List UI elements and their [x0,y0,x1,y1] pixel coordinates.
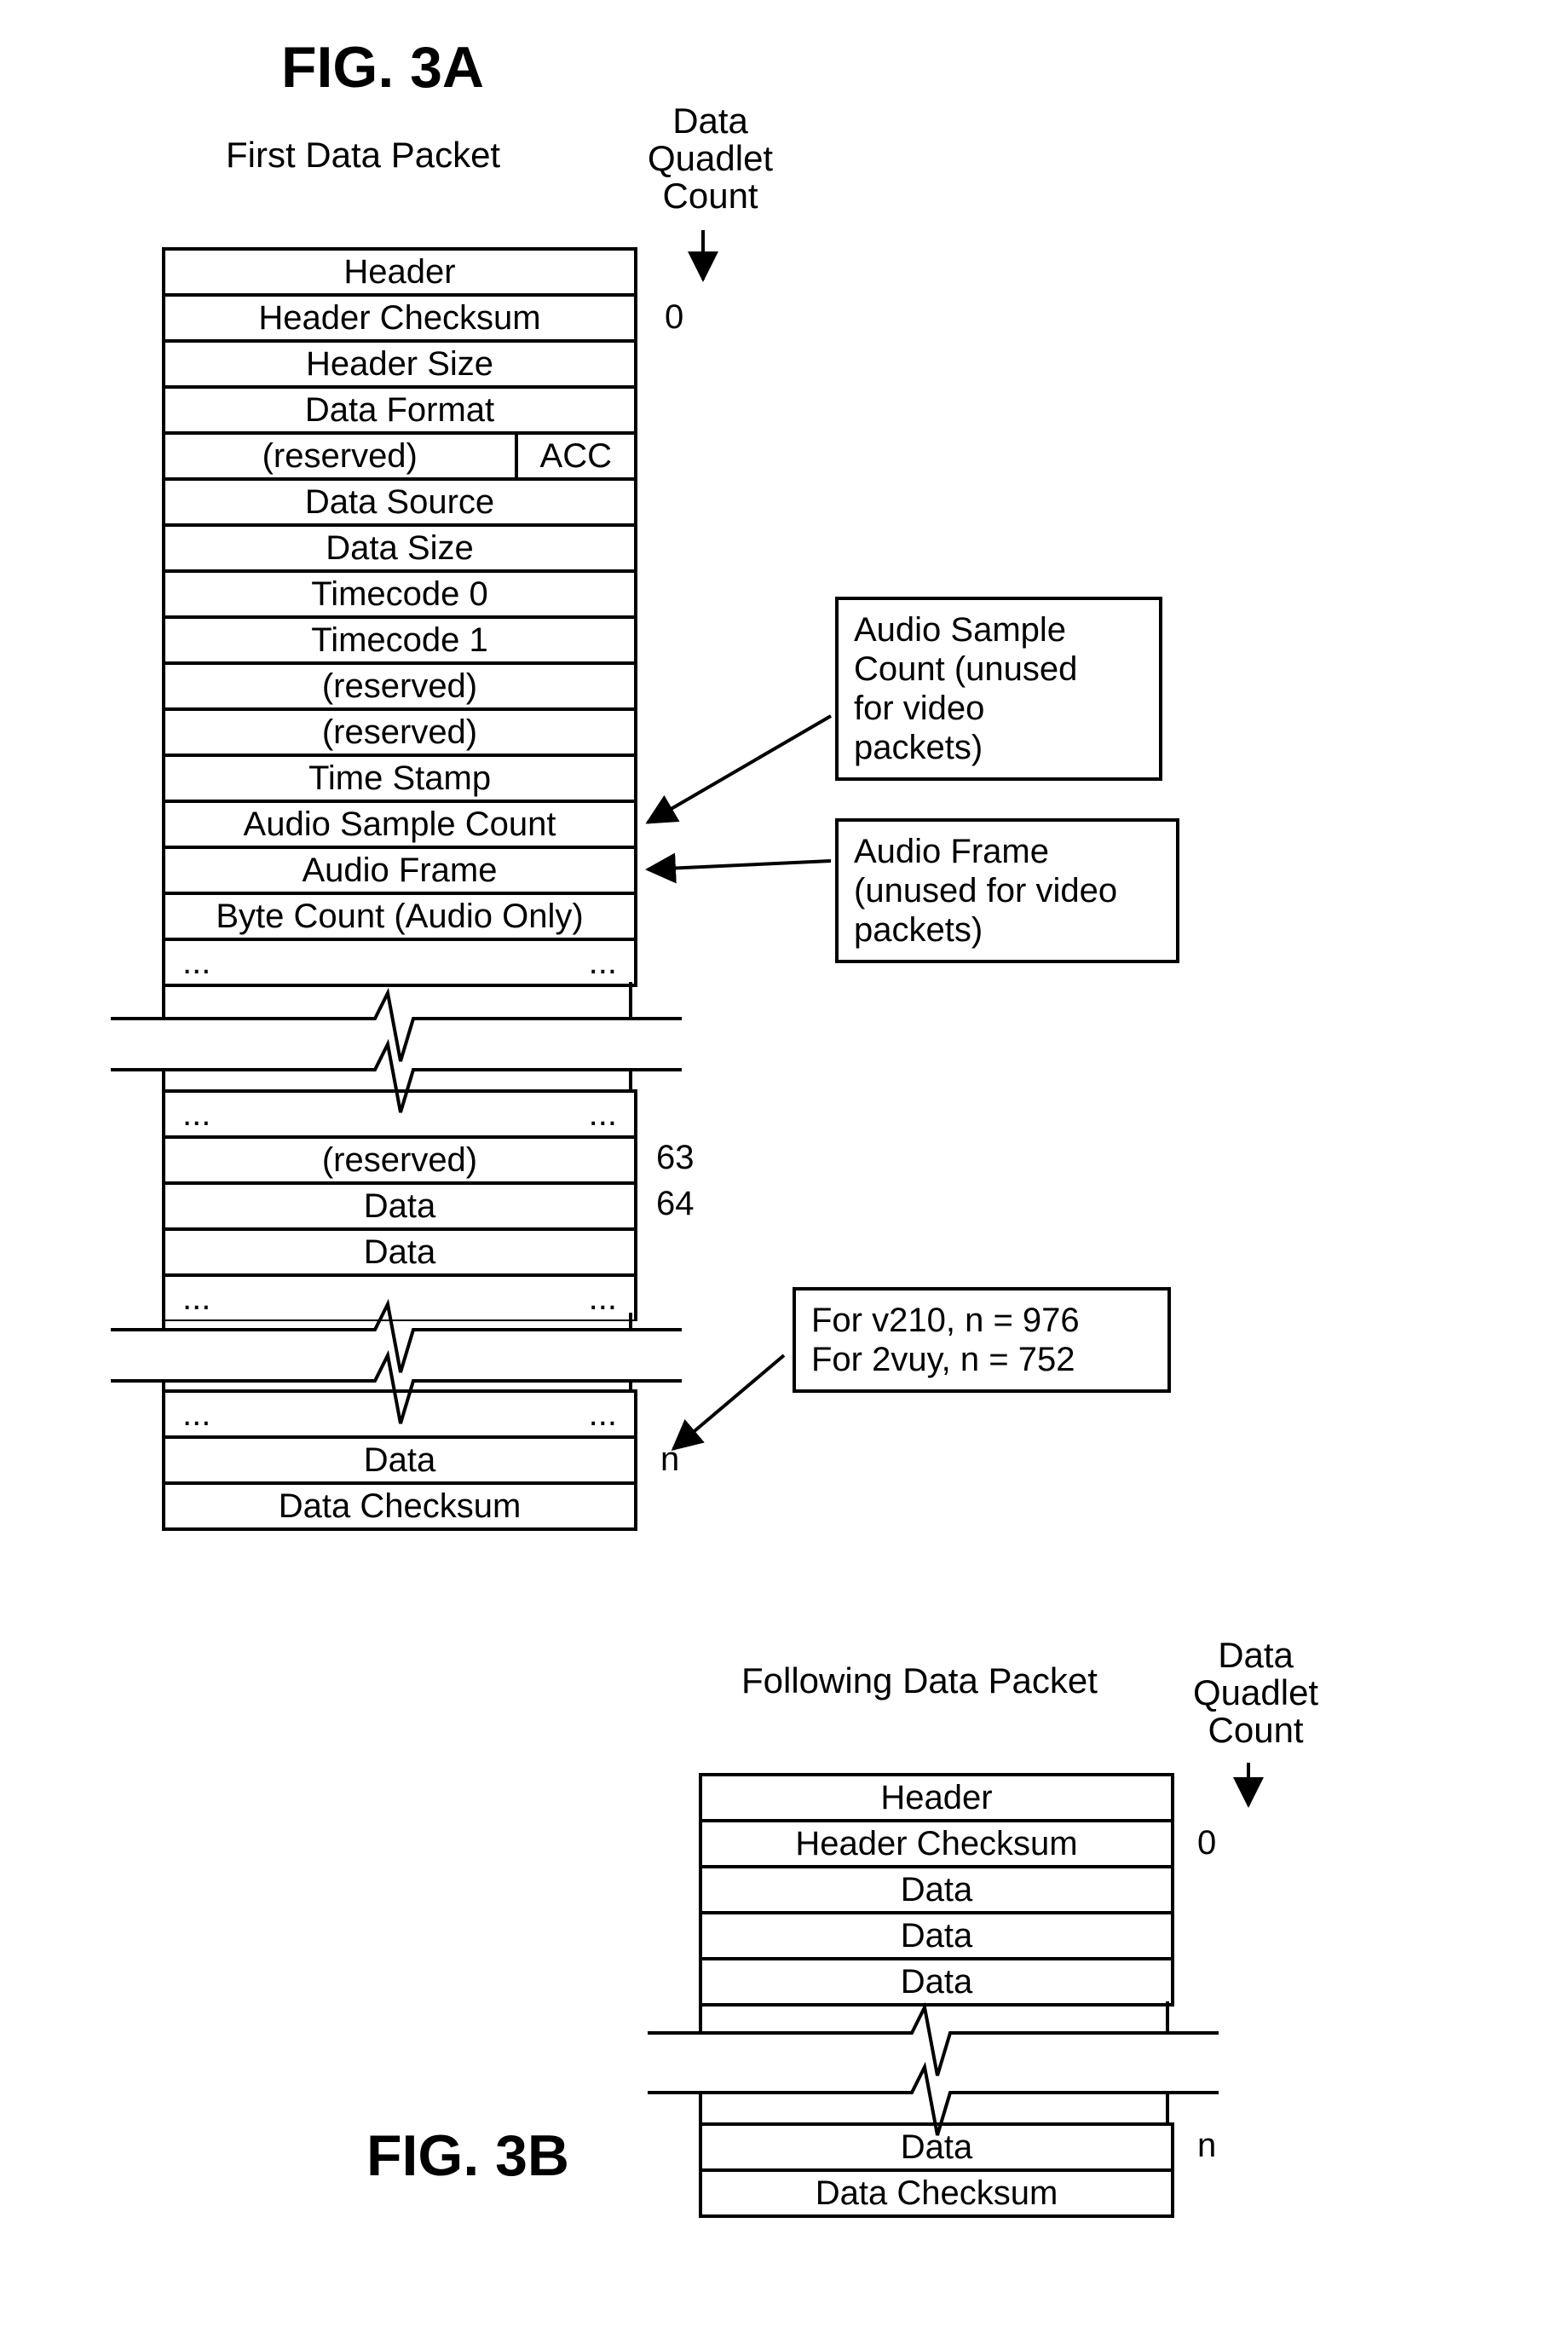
row-data-size: Data Size [165,527,634,573]
cell-reserved: (reserved) [165,435,518,477]
page: FIG. 3A First Data Packet Data Quadlet C… [0,0,1568,2327]
break-strip-1 [111,1006,682,1083]
following-packet-title: Following Data Packet [741,1662,1098,1700]
row-reserved-1: (reserved) [165,665,634,711]
row-time-stamp: Time Stamp [165,757,634,803]
row-data-64: Data [165,1185,634,1231]
row-b-header: Header [702,1776,1171,1822]
row-data-format: Data Format [165,389,634,435]
row-audio-sample-count: Audio Sample Count [165,803,634,849]
count-63: 63 [656,1139,695,1177]
ellipsis-left: ... [182,944,210,982]
break-strip-3b [648,2020,1219,2105]
row-data-n: Data [165,1439,634,1485]
fig3a-table-top: Header Header Checksum Header Size Data … [162,247,637,987]
fig-3b-title: FIG. 3B [366,2122,569,2189]
ellipsis-right: ... [589,1395,617,1434]
row-reserved-63: (reserved) [165,1139,634,1185]
row-reserved-2: (reserved) [165,711,634,757]
count-n-3b: n [1197,2127,1216,2165]
row-timecode-0: Timecode 0 [165,573,634,619]
row-ellipsis-3: ... ... [165,1277,634,1319]
ellipsis-left: ... [182,1279,210,1318]
row-b-data-checksum: Data Checksum [702,2172,1171,2214]
row-data-checksum: Data Checksum [165,1485,634,1527]
ellipsis-left: ... [182,1095,210,1134]
row-ellipsis-1: ... ... [165,941,634,984]
count-0-3a: 0 [665,298,683,337]
row-ellipsis-2: ... ... [165,1093,634,1139]
cell-acc: ACC [518,435,635,477]
row-reserved-acc: (reserved) ACC [165,435,634,481]
row-timecode-1: Timecode 1 [165,619,634,665]
row-b-data-2: Data [702,1914,1171,1960]
row-header-checksum: Header Checksum [165,297,634,343]
row-header: Header [165,251,634,297]
row-b-data-n: Data [702,2126,1171,2172]
quadlet-heading-3b: Data Quadlet Count [1193,1637,1318,1749]
ellipsis-right: ... [589,1279,617,1318]
break-strip-2 [111,1321,682,1389]
row-b-data-3: Data [702,1960,1171,2003]
fig3b-table-bottom: Data Data Checksum [699,2122,1174,2218]
count-n-3a: n [660,1441,679,1479]
fig3a-table-bottom: ... ... Data Data Checksum [162,1389,637,1531]
row-byte-count: Byte Count (Audio Only) [165,895,634,941]
row-b-header-checksum: Header Checksum [702,1822,1171,1868]
first-packet-title: First Data Packet [226,136,500,174]
row-data-2: Data [165,1231,634,1277]
row-b-data-1: Data [702,1868,1171,1914]
fig3b-table-top: Header Header Checksum Data Data Data [699,1773,1174,2007]
row-audio-frame: Audio Frame [165,849,634,895]
fig3a-table-mid: ... ... (reserved) Data Data ... ... [162,1089,637,1323]
row-ellipsis-4: ... ... [165,1393,634,1439]
quadlet-heading-3a: Data Quadlet Count [648,102,773,215]
ellipsis-left: ... [182,1395,210,1434]
ellipsis-right: ... [589,1095,617,1134]
count-0-3b: 0 [1197,1824,1216,1862]
callout-audio-sample-count: Audio Sample Count (unused for video pac… [835,597,1162,781]
row-data-source: Data Source [165,481,634,527]
callout-n-values: For v210, n = 976 For 2vuy, n = 752 [793,1287,1171,1393]
row-header-size: Header Size [165,343,634,389]
count-64: 64 [656,1185,695,1223]
callout-audio-frame: Audio Frame (unused for video packets) [835,818,1179,963]
ellipsis-right: ... [589,944,617,982]
fig-3a-title: FIG. 3A [281,34,484,101]
